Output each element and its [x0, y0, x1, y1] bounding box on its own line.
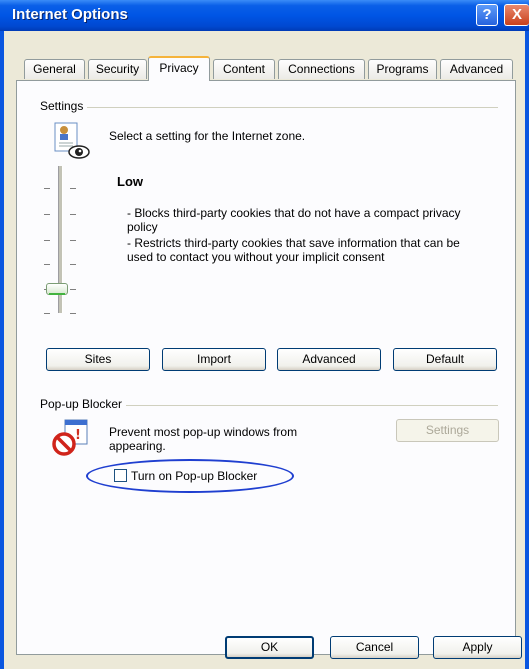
advanced-button[interactable]: Advanced: [277, 348, 381, 371]
slider-tick: [44, 188, 50, 189]
panel-content: Settings Select a setting for the Intern…: [0, 0, 529, 669]
slider-tick: [70, 264, 76, 265]
privacy-level-title: Low: [117, 174, 143, 189]
highlight-annotation-ellipse: [86, 459, 294, 493]
privacy-level-description-1: - Blocks third-party cookies that do not…: [127, 206, 461, 234]
internet-zone-privacy-icon: [52, 120, 92, 162]
cancel-button[interactable]: Cancel: [330, 636, 419, 659]
popup-blocker-description: Prevent most pop-up windows from appeari…: [109, 425, 298, 453]
sites-button[interactable]: Sites: [46, 348, 150, 371]
privacy-level-slider-thumb[interactable]: [46, 283, 68, 295]
apply-button[interactable]: Apply: [433, 636, 522, 659]
slider-tick: [44, 313, 50, 314]
popup-blocker-icon: !: [51, 418, 91, 458]
slider-tick: [70, 188, 76, 189]
privacy-level-description-2: - Restricts third-party cookies that sav…: [127, 236, 460, 264]
ok-button[interactable]: OK: [225, 636, 314, 659]
slider-tick: [70, 240, 76, 241]
popup-settings-button[interactable]: Settings: [396, 419, 499, 442]
slider-tick: [70, 313, 76, 314]
settings-group-label: Settings: [40, 99, 88, 113]
internet-options-window: Internet Options ? X General Security Pr…: [0, 0, 529, 669]
slider-tick: [44, 214, 50, 215]
import-button[interactable]: Import: [162, 348, 266, 371]
slider-tick: [70, 214, 76, 215]
slider-tick: [44, 264, 50, 265]
default-button[interactable]: Default: [393, 348, 497, 371]
svg-text:!: !: [75, 428, 81, 443]
settings-description: Select a setting for the Internet zone.: [109, 129, 306, 143]
popup-blocker-group-label: Pop-up Blocker: [40, 397, 127, 411]
slider-tick: [44, 240, 50, 241]
slider-tick: [70, 289, 76, 290]
settings-group-frame: [40, 107, 498, 108]
